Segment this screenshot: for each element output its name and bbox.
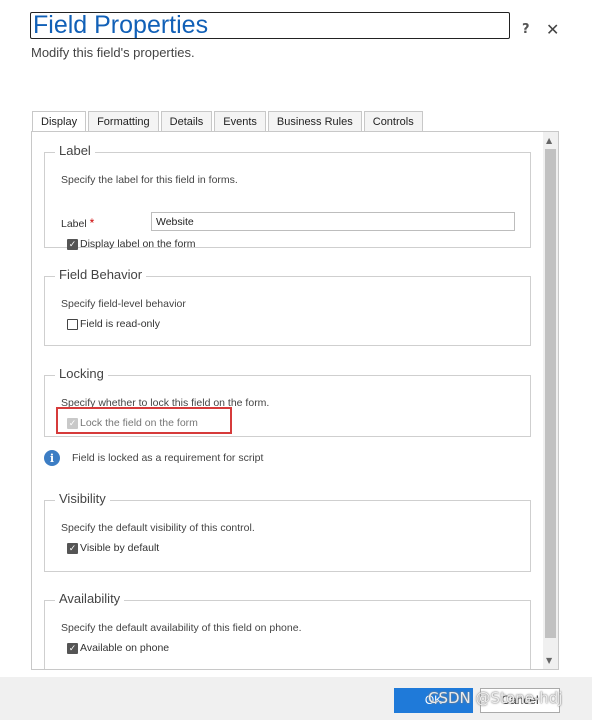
scroll-up-icon[interactable]: ▲ [546, 136, 552, 145]
tab-formatting[interactable]: Formatting [88, 111, 159, 131]
required-marker: * [89, 216, 95, 230]
label-field-caption: Label * [61, 216, 94, 230]
scroll-down-icon[interactable]: ▼ [546, 656, 552, 665]
watermark-text: CSDN @Stone-hdj [428, 689, 563, 707]
availability-section: Availability Specify the default availab… [44, 591, 531, 669]
tab-display[interactable]: Display [32, 111, 87, 133]
label-input[interactable] [151, 212, 515, 231]
display-label-text: Display label on the form [80, 238, 196, 250]
phone-checkbox[interactable]: ✓ [67, 642, 78, 654]
tab-events[interactable]: Events [214, 111, 266, 131]
display-label-checkbox-row[interactable]: ✓ Display label on the form [67, 238, 196, 250]
scroll-thumb[interactable] [545, 149, 556, 638]
label-section: Label Specify the label for this field i… [44, 143, 531, 250]
section-title: Locking [55, 366, 108, 381]
tab-business-rules[interactable]: Business Rules [267, 111, 362, 131]
section-description: Specify the default availability of this… [61, 622, 302, 634]
field-behavior-section: Field Behavior Specify field-level behav… [44, 267, 531, 346]
dialog-subtitle: Modify this field's properties. [31, 45, 195, 60]
label-caption-text: Label [61, 218, 87, 230]
highlight-annotation [56, 407, 232, 434]
section-description: Specify field-level behavior [61, 298, 186, 310]
tab-controls[interactable]: Controls [363, 111, 423, 131]
phone-checkbox-row[interactable]: ✓ Available on phone [67, 642, 169, 654]
phone-text: Available on phone [80, 642, 170, 654]
section-description: Specify the default visibility of this c… [61, 522, 255, 534]
visible-text: Visible by default [80, 542, 160, 554]
section-title: Availability [55, 591, 125, 606]
dialog-title: Field Properties [30, 12, 510, 39]
visibility-section: Visibility Specify the default visibilit… [44, 491, 531, 572]
vertical-scrollbar[interactable]: ▲ ▼ [543, 132, 558, 669]
lock-info-text: Field is locked as a requirement for scr… [72, 452, 264, 464]
visible-checkbox[interactable]: ✓ [67, 542, 78, 554]
section-title: Field Behavior [55, 267, 147, 282]
close-icon[interactable]: ✕ [546, 20, 559, 39]
readonly-checkbox[interactable] [67, 318, 78, 330]
readonly-text: Field is read-only [80, 318, 160, 330]
lock-info-message: i Field is locked as a requirement for s… [44, 450, 263, 466]
display-label-checkbox[interactable]: ✓ [67, 238, 78, 250]
section-title: Visibility [55, 491, 110, 506]
tab-panel-display: Label Specify the label for this field i… [31, 131, 559, 670]
section-description: Specify the label for this field in form… [61, 174, 238, 186]
section-title: Label [55, 143, 95, 158]
info-icon: i [44, 450, 60, 466]
help-button[interactable]: ? [522, 22, 530, 37]
tab-strip: Display Formatting Details Events Busine… [32, 111, 425, 133]
readonly-checkbox-row[interactable]: Field is read-only [67, 318, 160, 330]
tab-details[interactable]: Details [160, 111, 213, 131]
visible-checkbox-row[interactable]: ✓ Visible by default [67, 542, 159, 554]
